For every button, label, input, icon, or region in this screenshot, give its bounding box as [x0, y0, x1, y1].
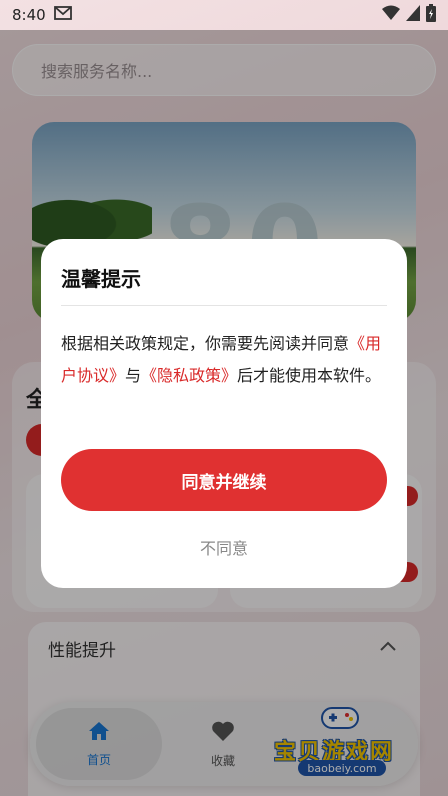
privacy-dialog: 温馨提示 根据相关政策规定，你需要先阅读并同意《用户协议》与《隐私政策》后才能使… [41, 239, 407, 588]
signal-icon [406, 5, 420, 25]
dialog-body: 根据相关政策规定，你需要先阅读并同意《用户协议》与《隐私政策》后才能使用本软件。 [61, 328, 391, 392]
status-time: 8:40 [12, 6, 46, 24]
mail-icon [53, 6, 72, 24]
dialog-divider [61, 305, 387, 306]
disagree-button[interactable]: 不同意 [61, 533, 387, 561]
dialog-body-suffix: 后才能使用本软件。 [237, 366, 382, 385]
privacy-policy-link[interactable]: 《隐私政策》 [141, 366, 237, 385]
dialog-body-prefix: 根据相关政策规定，你需要先阅读并同意 [61, 334, 350, 353]
dialog-body-and: 与 [125, 366, 142, 385]
agree-button[interactable]: 同意并继续 [61, 449, 387, 511]
wifi-icon [382, 5, 400, 25]
status-bar: 8:40 [0, 0, 448, 30]
battery-icon [426, 4, 436, 26]
dialog-title: 温馨提示 [61, 267, 141, 291]
